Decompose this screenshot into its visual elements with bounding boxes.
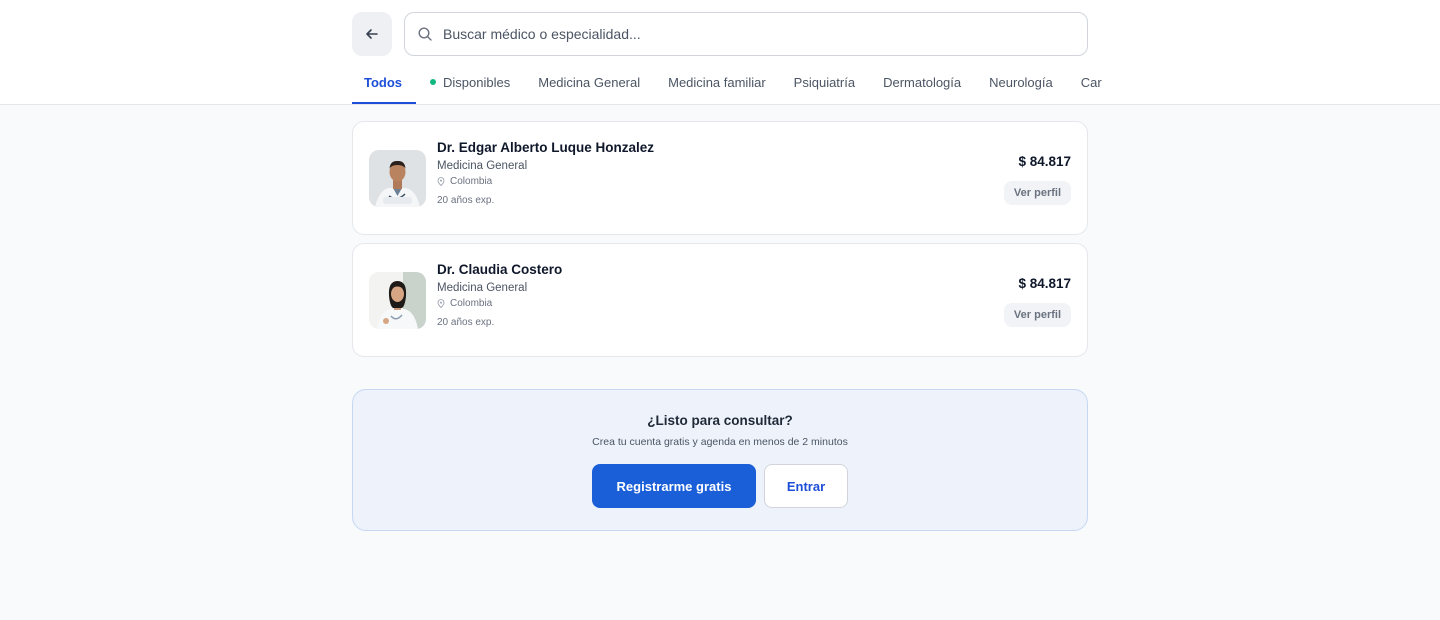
tab-neurologia[interactable]: Neurología (975, 62, 1067, 104)
tab-label: Medicina General (538, 74, 641, 90)
map-pin-icon (437, 299, 445, 308)
tab-disponibles[interactable]: Disponibles (416, 62, 524, 104)
specialty-tabs: Todos Disponibles Medicina General Medic… (352, 62, 1104, 105)
doctor-location: Colombia (437, 298, 562, 309)
cta-actions: Registrarme gratis Entrar (353, 464, 1087, 508)
search-box (404, 12, 1088, 56)
tab-todos[interactable]: Todos (352, 62, 417, 104)
doctor-location: Colombia (437, 176, 654, 187)
doctor-price: $ 84.817 (1018, 276, 1071, 291)
doctor-experience: 20 años exp. (437, 317, 495, 328)
tab-cardiologia[interactable]: Car (1067, 62, 1104, 104)
doctor-location-text: Colombia (450, 298, 493, 309)
tab-label: Psiquiatría (793, 74, 856, 90)
cta-subtitle: Crea tu cuenta gratis y agenda en menos … (592, 436, 848, 448)
doctor-avatar (369, 150, 426, 207)
doctor-price: $ 84.817 (1018, 154, 1071, 169)
doctor-location-text: Colombia (450, 176, 493, 187)
doctor-list: Dr. Edgar Alberto Luque Honzalez Medicin… (352, 121, 1088, 365)
view-profile-button[interactable]: Ver perfil (1003, 181, 1071, 205)
search-icon (417, 26, 433, 42)
doctor-card[interactable]: Dr. Edgar Alberto Luque Honzalez Medicin… (352, 121, 1088, 235)
signup-cta: ¿Listo para consultar? Crea tu cuenta gr… (352, 389, 1088, 531)
tab-medicina-familiar[interactable]: Medicina familiar (654, 62, 780, 104)
cta-title: ¿Listo para consultar? (647, 413, 793, 428)
tab-label: Dermatología (883, 74, 962, 90)
tab-dermatologia[interactable]: Dermatología (869, 62, 975, 104)
doctor-name: Dr. Edgar Alberto Luque Honzalez (437, 140, 655, 155)
tab-psiquiatria[interactable]: Psiquiatría (780, 62, 869, 104)
top-bar-inner: Todos Disponibles Medicina General Medic… (352, 0, 1102, 105)
tab-label: Car (1080, 74, 1102, 90)
doctor-experience: 20 años exp. (437, 195, 495, 206)
doctor-info: Dr. Edgar Alberto Luque Honzalez Medicin… (437, 140, 654, 206)
back-button[interactable] (352, 12, 392, 56)
register-button[interactable]: Registrarme gratis (592, 464, 756, 508)
available-dot (430, 79, 437, 85)
view-profile-button[interactable]: Ver perfil (1003, 303, 1071, 327)
map-pin-icon (437, 177, 445, 186)
tab-label: Medicina familiar (668, 74, 766, 90)
login-button[interactable]: Entrar (764, 464, 848, 508)
tab-label: Todos (364, 74, 403, 90)
tab-label: Neurología (989, 74, 1053, 90)
tab-medicina-general[interactable]: Medicina General (524, 62, 654, 104)
search-input[interactable] (443, 26, 1063, 42)
tab-label: Disponibles (443, 74, 511, 90)
doctor-card[interactable]: Dr. Claudia Costero Medicina General Col… (352, 243, 1088, 357)
doctor-avatar (369, 272, 426, 329)
doctor-specialty: Medicina General (437, 282, 528, 294)
doctor-specialty: Medicina General (437, 160, 528, 172)
arrow-left-icon (364, 26, 380, 42)
top-bar: Todos Disponibles Medicina General Medic… (0, 0, 1440, 105)
doctor-info: Dr. Claudia Costero Medicina General Col… (437, 262, 562, 328)
doctor-name: Dr. Claudia Costero (437, 262, 563, 277)
